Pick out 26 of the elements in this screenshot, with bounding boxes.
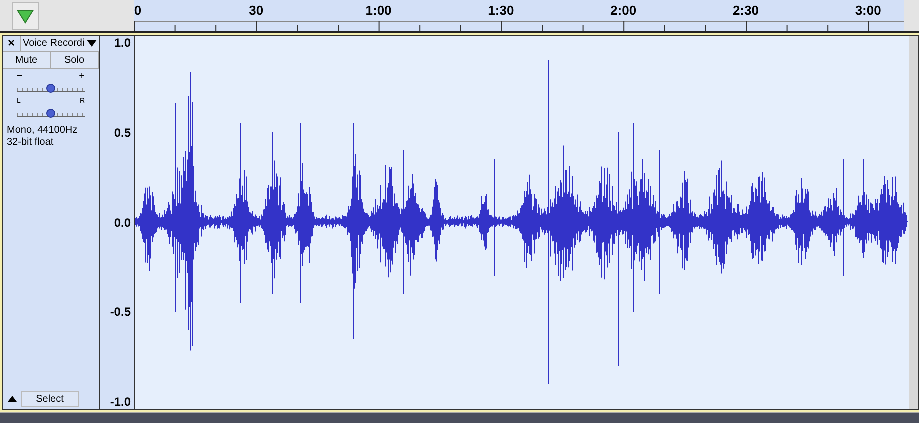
ruler-label: 2:30 bbox=[732, 3, 759, 18]
plus-label: + bbox=[79, 72, 85, 81]
ruler-label: 1:00 bbox=[366, 3, 392, 18]
ruler-label: 3:00 bbox=[855, 3, 882, 18]
slider-thumb[interactable] bbox=[46, 84, 56, 93]
track-info: 32-bit float bbox=[7, 137, 55, 149]
track-name-menu[interactable]: Voice Recordi bbox=[21, 36, 99, 51]
ruler-label: 1:30 bbox=[488, 3, 514, 18]
scale-label: 1.0 bbox=[114, 36, 131, 50]
scale-label: -0.5 bbox=[110, 305, 131, 320]
scale-label: -1.0 bbox=[110, 395, 131, 409]
ruler-label: 30 bbox=[249, 3, 264, 18]
select-button[interactable]: Select bbox=[21, 391, 79, 407]
scale-label: 0.0 bbox=[114, 216, 131, 230]
play-head-button[interactable] bbox=[12, 2, 39, 30]
triangle-up-icon bbox=[8, 396, 16, 402]
mute-button[interactable]: Mute bbox=[3, 52, 51, 68]
track-info: Mono, 44100Hz bbox=[7, 125, 79, 137]
slider-thumb[interactable] bbox=[46, 109, 56, 118]
ruler-label: 0 bbox=[134, 3, 142, 18]
solo-button[interactable]: Solo bbox=[51, 52, 99, 68]
scale-label: 0.5 bbox=[114, 126, 131, 140]
ruler-label: 2:00 bbox=[610, 3, 637, 18]
minus-label: − bbox=[17, 72, 23, 81]
caret-icon bbox=[87, 40, 97, 47]
timeline-ruler[interactable]: 0 30 1:00 1:30 2:00 2:30 3:00 bbox=[134, 0, 904, 31]
